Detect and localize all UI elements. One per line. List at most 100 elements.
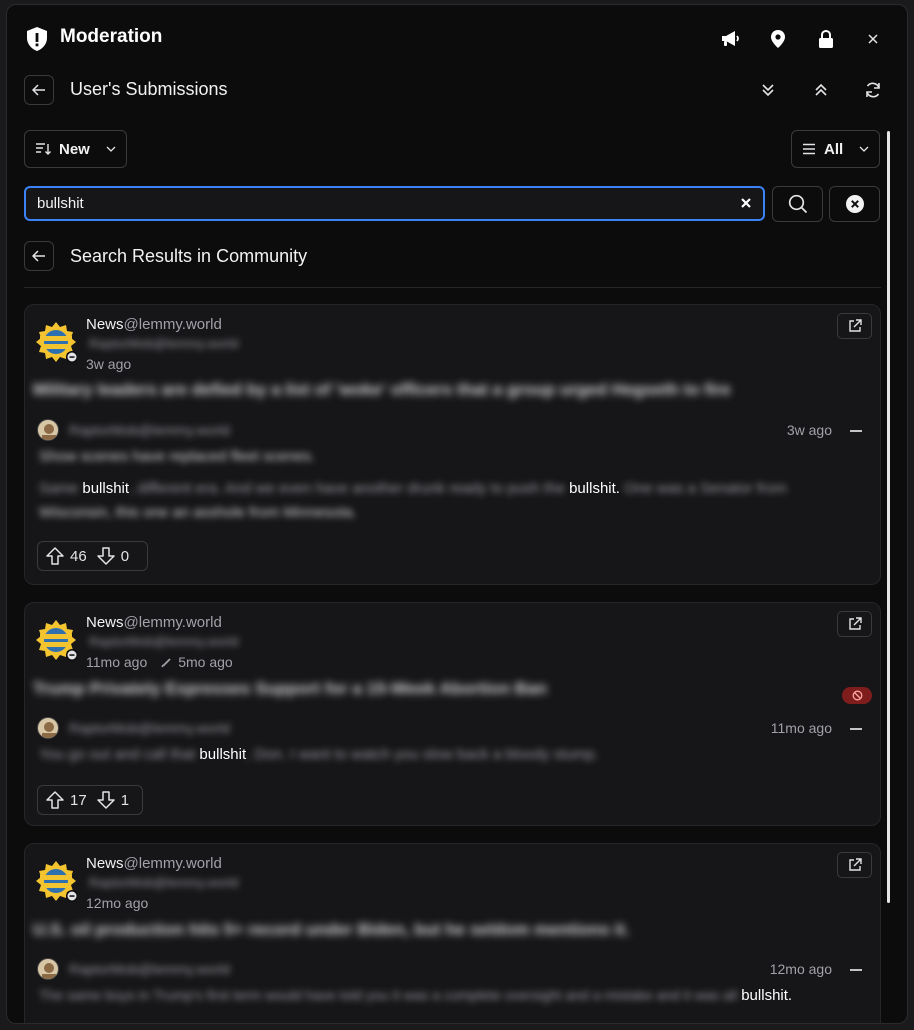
downvote-count: 1 <box>120 791 130 809</box>
post-author[interactable]: RaptorMob@lemmy.world <box>89 336 239 351</box>
vote-controls: 17 1 <box>37 785 143 815</box>
community-avatar-icon <box>36 322 77 363</box>
announcement-button[interactable] <box>716 25 744 53</box>
expand-all-button[interactable] <box>809 78 833 102</box>
ban-icon <box>852 690 862 701</box>
clear-search-button[interactable] <box>829 186 880 222</box>
post-card[interactable]: News@lemmy.world RaptorMob@lemmy.world 1… <box>24 602 881 826</box>
results-title: Search Results in Community <box>70 246 308 266</box>
comment-text: The same boys in Trump's first term woul… <box>39 987 793 1004</box>
title-bar: Moderation <box>7 5 907 69</box>
open-external-button[interactable] <box>837 852 872 878</box>
megaphone-icon <box>722 31 739 46</box>
upvote-icon[interactable] <box>46 547 64 565</box>
filter-label: All <box>824 140 844 158</box>
chevron-down-icon <box>106 146 116 152</box>
shield-icon <box>27 27 47 51</box>
moderation-window: Moderation User's Submissions New All bu… <box>6 4 908 1024</box>
collapse-all-button[interactable] <box>756 78 780 102</box>
commenter-avatar <box>37 419 59 441</box>
refresh-icon <box>866 82 880 98</box>
avatar-icon <box>42 722 56 738</box>
post-title[interactable]: Trump Privately Expresses Support for a … <box>33 679 547 699</box>
post-card[interactable]: News@lemmy.world RaptorMob@lemmy.world 3… <box>24 304 881 585</box>
results-back-button[interactable] <box>24 241 54 271</box>
post-card[interactable]: News@lemmy.world RaptorMob@lemmy.world 1… <box>24 843 881 1023</box>
location-pin-icon <box>771 30 785 48</box>
external-link-icon <box>848 858 862 871</box>
open-external-button[interactable] <box>837 313 872 339</box>
community-avatar-icon <box>36 861 77 902</box>
avatar-icon <box>42 424 56 440</box>
close-icon <box>868 34 878 44</box>
search-icon <box>788 194 807 214</box>
comment-author[interactable]: RaptorMob@lemmy.world <box>69 961 230 977</box>
app-title: Moderation <box>60 26 163 47</box>
comment-text: Same bullshit, different era. And we eve… <box>39 480 787 497</box>
comment-timestamp: 3w ago <box>786 422 832 438</box>
sort-icon <box>36 143 51 155</box>
post-timestamp: 11mo ago 5mo ago <box>86 654 233 670</box>
list-icon <box>803 143 815 155</box>
sort-label: New <box>59 140 90 158</box>
comment-text: Wisconsin, this one an asshole from Minn… <box>39 504 357 521</box>
upvote-icon[interactable] <box>46 791 64 809</box>
location-button[interactable] <box>764 25 792 53</box>
scrollbar[interactable] <box>887 131 890 903</box>
comment-timestamp: 11mo ago <box>770 720 832 736</box>
upvote-count: 17 <box>70 791 87 809</box>
post-community[interactable]: News@lemmy.world <box>86 614 222 631</box>
minus-icon[interactable] <box>850 969 862 971</box>
search-field <box>24 186 765 221</box>
minus-icon[interactable] <box>850 430 862 432</box>
close-button[interactable] <box>859 25 887 53</box>
vote-controls: 46 0 <box>37 541 148 571</box>
upvote-count: 46 <box>70 547 87 565</box>
page-title: User's Submissions <box>70 79 228 99</box>
post-timestamp: 12mo ago <box>86 895 149 911</box>
post-community[interactable]: News@lemmy.world <box>86 316 222 333</box>
post-community[interactable]: News@lemmy.world <box>86 855 222 872</box>
removed-badge <box>842 687 872 704</box>
downvote-icon[interactable] <box>96 791 115 809</box>
back-arrow-icon <box>32 250 45 262</box>
post-timestamp: 3w ago <box>86 356 132 372</box>
comment-author[interactable]: RaptorMob@lemmy.world <box>69 720 230 736</box>
commenter-avatar <box>37 717 59 739</box>
post-title[interactable]: U.S. oil production hits 5+ record under… <box>33 920 629 940</box>
comment-author[interactable]: RaptorMob@lemmy.world <box>69 422 230 438</box>
post-author[interactable]: RaptorMob@lemmy.world <box>89 875 239 890</box>
expand-all-icon <box>815 83 827 96</box>
back-arrow-icon <box>32 84 45 96</box>
search-row <box>24 186 894 222</box>
filter-dropdown[interactable]: All <box>791 130 880 168</box>
post-author[interactable]: RaptorMob@lemmy.world <box>89 634 239 649</box>
minus-icon[interactable] <box>850 728 862 730</box>
pencil-icon <box>161 658 171 668</box>
search-input[interactable] <box>37 188 727 219</box>
refresh-button[interactable] <box>861 78 885 102</box>
post-title[interactable]: Military leaders are defied by a list of… <box>33 380 731 400</box>
lock-button[interactable] <box>812 25 840 53</box>
comment-text: Show scenes have replaced fleet scenes. <box>39 448 315 465</box>
community-avatar-icon <box>36 620 77 661</box>
external-link-icon <box>848 319 862 332</box>
back-button[interactable] <box>24 75 54 105</box>
comment-timestamp: 12mo ago <box>769 961 832 977</box>
commenter-avatar <box>37 958 59 980</box>
downvote-count: 0 <box>120 547 130 565</box>
results-header: Search Results in Community <box>24 240 881 288</box>
sort-dropdown[interactable]: New <box>24 130 127 168</box>
submissions-header: User's Submissions <box>24 74 894 106</box>
external-link-icon <box>848 617 862 630</box>
chevron-down-icon <box>859 146 869 152</box>
clear-circle-icon <box>845 195 864 213</box>
clear-input-icon[interactable] <box>739 196 753 210</box>
avatar-icon <box>42 963 56 979</box>
collapse-all-icon <box>762 84 774 97</box>
downvote-icon[interactable] <box>96 547 115 565</box>
search-button[interactable] <box>772 186 823 222</box>
open-external-button[interactable] <box>837 611 872 637</box>
comment-text: You go out and call that bullshit, Don. … <box>39 746 599 763</box>
lock-icon <box>819 29 833 48</box>
